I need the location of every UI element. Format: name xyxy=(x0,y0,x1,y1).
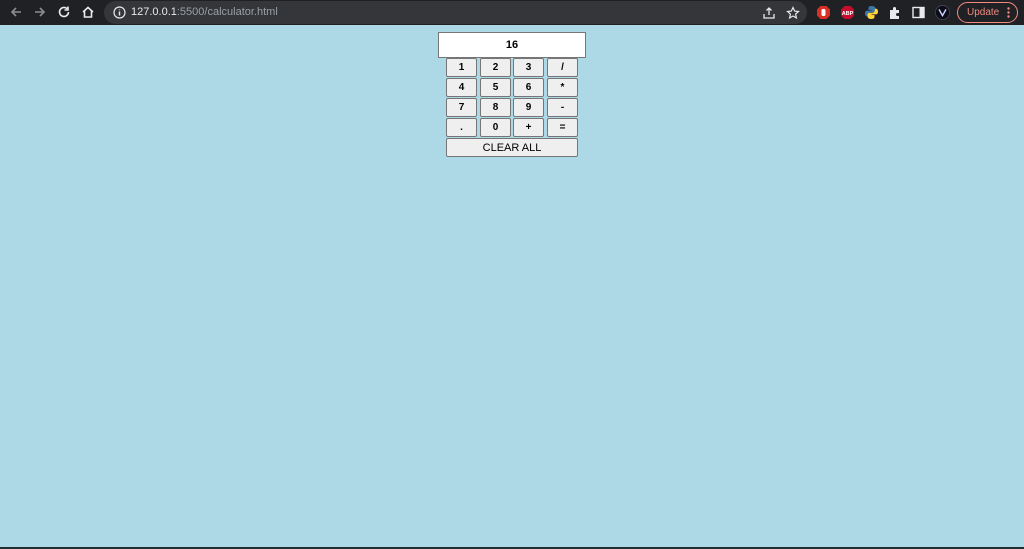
share-icon[interactable] xyxy=(762,6,776,20)
update-label: Update xyxy=(967,7,1000,18)
home-icon[interactable] xyxy=(78,2,98,22)
key-7[interactable]: 7 xyxy=(446,98,477,117)
update-button[interactable]: Update xyxy=(957,2,1018,23)
calculator-display[interactable]: 16 xyxy=(438,32,586,58)
key-3[interactable]: 3 xyxy=(513,58,544,77)
key-0[interactable]: 0 xyxy=(480,118,511,137)
key-6[interactable]: 6 xyxy=(513,78,544,97)
url-text[interactable]: 127.0.0.1:5500/calculator.html xyxy=(131,6,278,19)
python-icon[interactable] xyxy=(864,5,879,20)
key-8[interactable]: 8 xyxy=(480,98,511,117)
key-multiply[interactable]: * xyxy=(547,78,578,97)
puzzle-icon[interactable] xyxy=(888,5,903,20)
info-icon[interactable] xyxy=(113,6,126,19)
adblock-hand-icon[interactable] xyxy=(816,5,831,20)
key-9[interactable]: 9 xyxy=(513,98,544,117)
abp-label: ABP xyxy=(842,11,854,17)
key-2[interactable]: 2 xyxy=(480,58,511,77)
url-path: :5500/calculator.html xyxy=(176,6,278,18)
browser-toolbar: 127.0.0.1:5500/calculator.html ABP Updat… xyxy=(0,0,1024,25)
sidebar-icon[interactable] xyxy=(911,5,926,20)
back-arrow-icon[interactable] xyxy=(6,2,26,22)
forward-arrow-icon[interactable] xyxy=(30,2,50,22)
key-add[interactable]: + xyxy=(513,118,544,137)
key-1[interactable]: 1 xyxy=(446,58,477,77)
clear-all-button[interactable]: CLEAR ALL xyxy=(446,138,578,157)
key-5[interactable]: 5 xyxy=(480,78,511,97)
url-host: 127.0.0.1 xyxy=(131,6,177,18)
key-4[interactable]: 4 xyxy=(446,78,477,97)
reload-icon[interactable] xyxy=(54,2,74,22)
address-bar[interactable]: 127.0.0.1:5500/calculator.html xyxy=(104,1,807,24)
key-decimal[interactable]: . xyxy=(446,118,477,137)
key-subtract[interactable]: - xyxy=(547,98,578,117)
key-equals[interactable]: = xyxy=(547,118,578,137)
abp-icon[interactable]: ABP xyxy=(840,5,855,20)
star-icon[interactable] xyxy=(786,6,800,20)
kebab-menu-icon[interactable] xyxy=(1007,7,1010,18)
key-divide[interactable]: / xyxy=(547,58,578,77)
profile-v-icon[interactable] xyxy=(935,5,950,20)
